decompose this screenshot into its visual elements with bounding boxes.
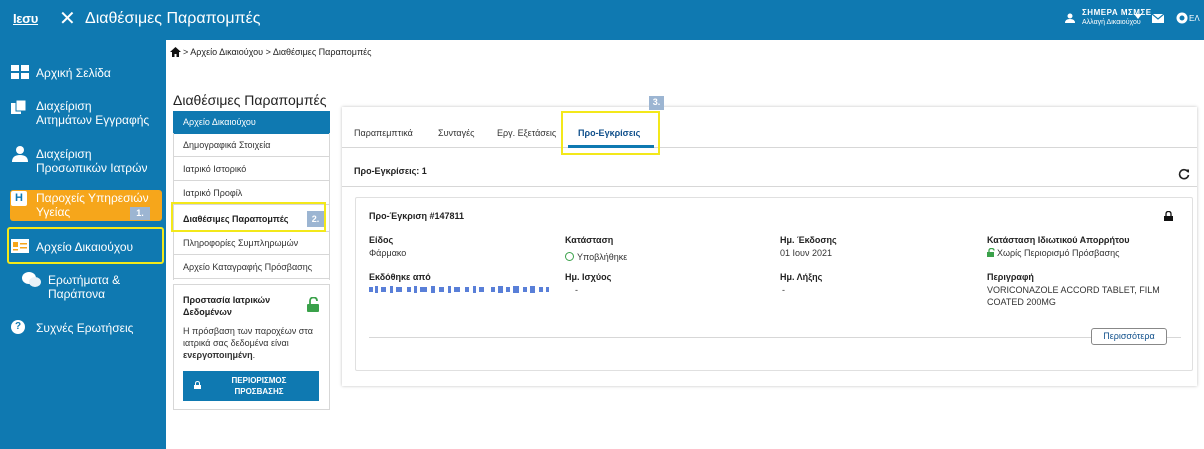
breadcrumb[interactable]: > Αρχείο Δικαιούχου > Διαθέσιμες Παραπομ… bbox=[183, 47, 372, 57]
description-label: Περιγραφή bbox=[987, 272, 1034, 282]
expiry-date-label: Ημ. Λήξης bbox=[780, 272, 823, 282]
restrict-access-label: ΠΕΡΙΟΡΙΣΜΟΣ ΠΡΟΣΒΑΣΗΣ bbox=[209, 375, 309, 397]
step-badge-3: 3. bbox=[649, 96, 664, 110]
sidebar-item-label: Συχνές Ερωτήσεις bbox=[36, 321, 134, 335]
hospital-icon: H bbox=[11, 191, 27, 206]
submenu-item-access-log[interactable]: Αρχείο Καταγραφής Πρόσβασης bbox=[173, 256, 330, 279]
submenu-item-demographics[interactable]: Δημογραφικά Στοιχεία bbox=[173, 134, 330, 157]
sidebar-item-label: Παροχείς Υπηρεσιών bbox=[36, 191, 149, 205]
protection-text-end: . bbox=[252, 350, 256, 360]
step-badge-1: 1. bbox=[130, 207, 150, 220]
mail-icon[interactable] bbox=[1152, 14, 1164, 23]
unlock-icon bbox=[987, 248, 995, 257]
highlight-box-3 bbox=[561, 111, 660, 155]
page-title: Διαθέσιμες Παραπομπές bbox=[85, 10, 261, 27]
submenu-item-beneficiary-record[interactable]: Αρχείο Δικαιούχου bbox=[173, 111, 330, 134]
tab-referrals[interactable]: Παραπεμπτικά bbox=[354, 128, 413, 138]
sidebar-item-label: Διαχείριση bbox=[36, 99, 92, 113]
status-circle-icon bbox=[565, 252, 574, 261]
card-divider bbox=[369, 337, 1181, 338]
valid-date-label: Ημ. Ισχύος bbox=[565, 272, 612, 282]
data-protection-card: Προστασία Ιατρικών Δεδομένων Η πρόσβαση … bbox=[173, 284, 330, 410]
protection-title: Προστασία Ιατρικών Δεδομένων bbox=[183, 295, 271, 317]
issued-by-value-redacted bbox=[369, 286, 549, 293]
chat-bubbles-icon bbox=[22, 272, 41, 287]
restrict-access-label-line1: ΠΕΡΙΟΡΙΣΜΟΣ bbox=[231, 376, 287, 385]
doctor-icon bbox=[12, 146, 28, 162]
status-label: Κατάσταση bbox=[565, 235, 614, 245]
issue-date-value: 01 Ιουν 2021 bbox=[780, 248, 832, 258]
restrict-access-button[interactable]: ΠΕΡΙΟΡΙΣΜΟΣ ΠΡΟΣΒΑΣΗΣ bbox=[183, 371, 319, 401]
type-value: Φάρμακο bbox=[369, 248, 407, 258]
user-icon[interactable] bbox=[1065, 13, 1075, 23]
step-badge-2: 2. bbox=[307, 211, 324, 227]
sidebar-item-home[interactable]: Αρχική Σελίδα bbox=[0, 62, 166, 82]
refresh-icon[interactable] bbox=[1178, 168, 1190, 180]
status-value: Υποβλήθηκε bbox=[577, 252, 628, 262]
sidebar-item-complaints[interactable]: Ερωτήματα & Παράπονα bbox=[0, 272, 166, 306]
documents-icon bbox=[11, 100, 27, 114]
protection-text: Η πρόσβαση των παροχέων στα ιατρικά σας … bbox=[183, 326, 313, 348]
restrict-access-label-line2: ΠΡΟΣΒΑΣΗΣ bbox=[234, 387, 284, 396]
pre-approval-title: Προ-Έγκριση #147811 bbox=[369, 211, 465, 221]
issue-date-label: Ημ. Έκδοσης bbox=[780, 235, 837, 245]
sidebar-item-label-line2: Υγείας bbox=[36, 205, 71, 219]
language-label[interactable]: ΕΛ bbox=[1189, 14, 1200, 23]
tab-lab-tests[interactable]: Εργ. Εξετάσεις bbox=[497, 128, 556, 138]
language-icon[interactable] bbox=[1176, 12, 1188, 24]
lock-icon bbox=[1164, 211, 1173, 221]
privacy-status-value: Χωρίς Περιορισμό Πρόσβασης bbox=[997, 248, 1120, 258]
lock-icon bbox=[194, 381, 201, 389]
chevron-down-icon[interactable] bbox=[1134, 14, 1142, 19]
change-beneficiary-link[interactable]: Αλλαγή Δικαιούχου bbox=[1082, 19, 1141, 26]
submenu-item-medical-history[interactable]: Ιατρικό Ιστορικό bbox=[173, 158, 330, 181]
protection-description: Η πρόσβαση των παροχέων στα ιατρικά σας … bbox=[183, 325, 323, 361]
home-icon[interactable] bbox=[170, 47, 181, 57]
unlock-icon bbox=[307, 297, 319, 312]
logo[interactable]: Ιεσυ bbox=[13, 11, 38, 26]
divider bbox=[342, 186, 1197, 187]
question-icon: ? bbox=[11, 320, 25, 334]
sidebar-item-label: Διαχείριση bbox=[36, 147, 92, 161]
sidebar-item-personal-doctors[interactable]: Διαχείριση Προσωπικών Ιατρών bbox=[0, 146, 166, 178]
more-button[interactable]: Περισσότερα bbox=[1091, 328, 1167, 345]
sidebar-item-label-line2: Αιτημάτων Εγγραφής bbox=[36, 113, 150, 127]
description-value-line2: COATED 200MG bbox=[987, 297, 1056, 307]
valid-date-value: - bbox=[575, 285, 578, 295]
issued-by-label: Εκδόθηκε από bbox=[369, 272, 431, 282]
expiry-date-value: - bbox=[782, 285, 785, 295]
sidebar-item-label-line2: Παράπονα bbox=[48, 287, 106, 301]
close-icon[interactable]: ✕ bbox=[59, 8, 76, 30]
list-count-title: Προ-Εγκρίσεις: 1 bbox=[354, 166, 427, 176]
protection-status: ενεργοποιημένη bbox=[183, 350, 253, 360]
privacy-status-label: Κατάσταση Ιδιωτικού Απορρήτου bbox=[987, 235, 1130, 245]
sidebar-item-faq[interactable]: ? Συχνές Ερωτήσεις bbox=[0, 320, 166, 340]
home-grid-icon bbox=[11, 65, 29, 79]
submenu-item-supplements-info[interactable]: Πληροφορίες Συμπληρωμών bbox=[173, 232, 330, 255]
page: Ιεσυ ✕ Διαθέσιμες Παραπομπές ΣΗΜΕΡΑ ΜΣΜΣ… bbox=[0, 0, 1204, 449]
description-value-line1: VORICONAZOLE ACCORD TABLET, FILM bbox=[987, 285, 1160, 295]
sidebar-item-label: Ερωτήματα & bbox=[48, 273, 121, 287]
sidebar-item-label: Αρχική Σελίδα bbox=[36, 66, 111, 80]
section-title: Διαθέσιμες Παραπομπές bbox=[173, 92, 327, 108]
sidebar-item-registration-requests[interactable]: Διαχείριση Αιτημάτων Εγγραφής bbox=[0, 98, 166, 130]
highlight-box-2 bbox=[171, 202, 326, 232]
pre-approval-card bbox=[355, 197, 1193, 371]
highlight-box-1 bbox=[7, 227, 164, 264]
type-label: Είδος bbox=[369, 235, 394, 245]
sidebar-item-label-line2: Προσωπικών Ιατρών bbox=[36, 161, 148, 175]
tab-prescriptions[interactable]: Συνταγές bbox=[438, 128, 474, 138]
